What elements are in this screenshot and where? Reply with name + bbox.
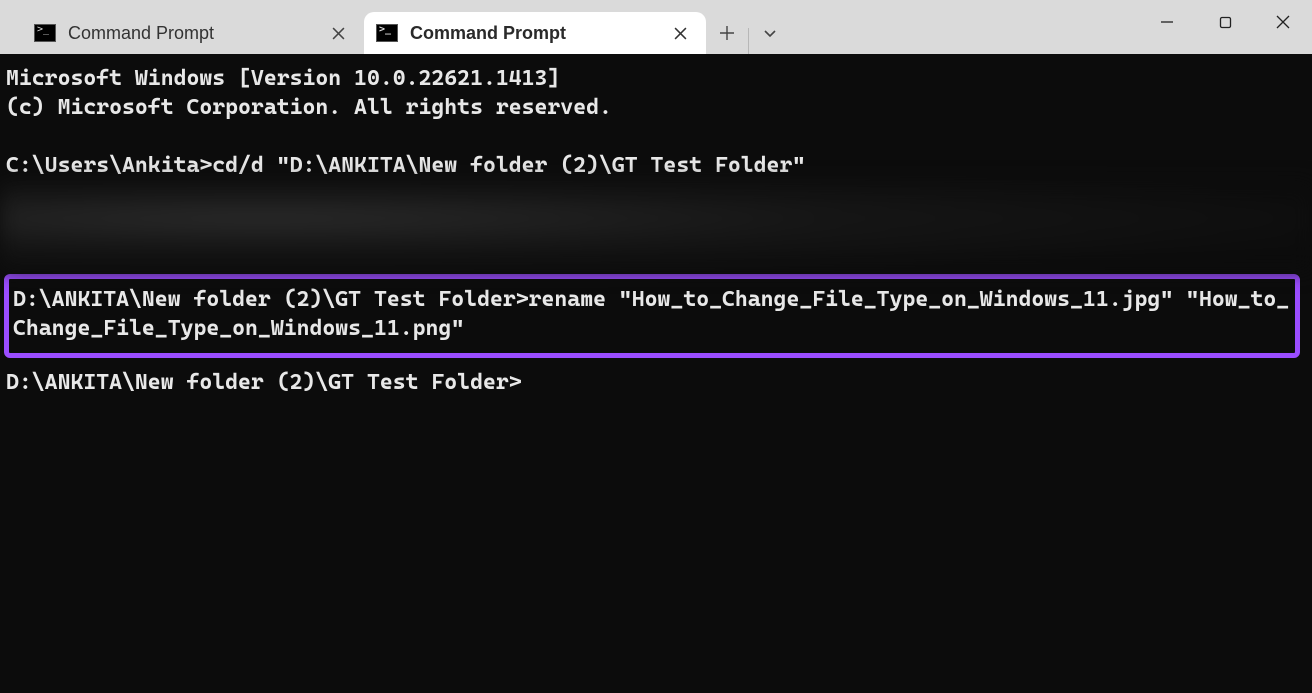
maximize-icon: [1219, 16, 1232, 29]
maximize-button[interactable]: [1196, 0, 1254, 44]
plus-icon: [719, 25, 735, 41]
version-line: Microsoft Windows [Version 10.0.22621.14…: [6, 66, 560, 91]
prompt-line-1: C:\Users\Ankita>cd/d "D:\ANKITA\New fold…: [6, 153, 805, 178]
close-icon: [674, 27, 687, 40]
minimize-icon: [1160, 15, 1174, 29]
terminal-icon: [376, 24, 398, 42]
highlighted-command-box: D:\ANKITA\New folder (2)\GT Test Folder>…: [4, 274, 1300, 358]
tab-label: Command Prompt: [68, 23, 324, 44]
tab-command-prompt-1[interactable]: Command Prompt: [22, 12, 364, 54]
window-close-button[interactable]: [1254, 0, 1312, 44]
tab-command-prompt-2[interactable]: Command Prompt: [364, 12, 706, 54]
window-controls: [1138, 0, 1312, 54]
copyright-line: (c) Microsoft Corporation. All rights re…: [6, 95, 612, 120]
new-tab-button[interactable]: [706, 12, 748, 54]
close-tab-button[interactable]: [324, 19, 352, 47]
redacted-region: [0, 184, 1312, 270]
command-cd: cd/d "D:\ANKITA\New folder (2)\GT Test F…: [212, 153, 805, 178]
prompt-line-2: D:\ANKITA\New folder (2)\GT Test Folder>: [6, 370, 522, 395]
terminal-icon: [34, 24, 56, 42]
close-icon: [1276, 15, 1290, 29]
terminal-output[interactable]: Microsoft Windows [Version 10.0.22621.14…: [0, 54, 1312, 693]
tab-label: Command Prompt: [410, 23, 666, 44]
chevron-down-icon: [763, 26, 777, 40]
minimize-button[interactable]: [1138, 0, 1196, 44]
close-icon: [332, 27, 345, 40]
close-tab-button[interactable]: [666, 19, 694, 47]
rename-command: D:\ANKITA\New folder (2)\GT Test Folder>…: [13, 287, 1289, 341]
title-bar: Command Prompt Command Prompt: [0, 0, 1312, 54]
tab-strip: Command Prompt Command Prompt: [0, 0, 791, 54]
prompt-path: C:\Users\Ankita>: [6, 153, 212, 178]
tab-dropdown-button[interactable]: [749, 12, 791, 54]
